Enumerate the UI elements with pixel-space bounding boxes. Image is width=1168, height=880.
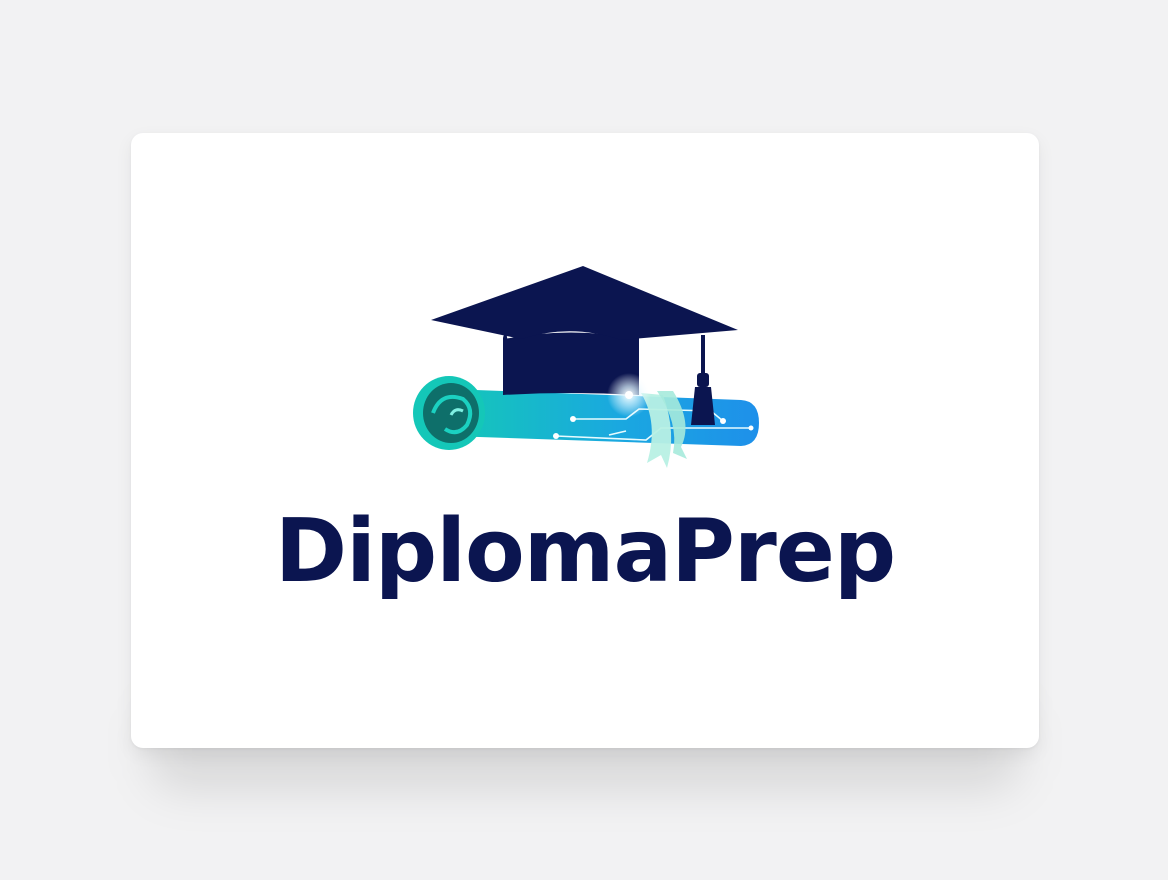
cap-board <box>431 266 738 340</box>
brand-name: DiplomaPrep <box>274 500 896 602</box>
graduation-cap-diploma-scroll-icon <box>413 266 759 468</box>
logo-card: DiplomaPrep <box>131 133 1039 748</box>
brand-wordmark: DiplomaPrep <box>131 508 1039 595</box>
tassel <box>691 387 715 425</box>
page: DiplomaPrep <box>0 0 1168 880</box>
